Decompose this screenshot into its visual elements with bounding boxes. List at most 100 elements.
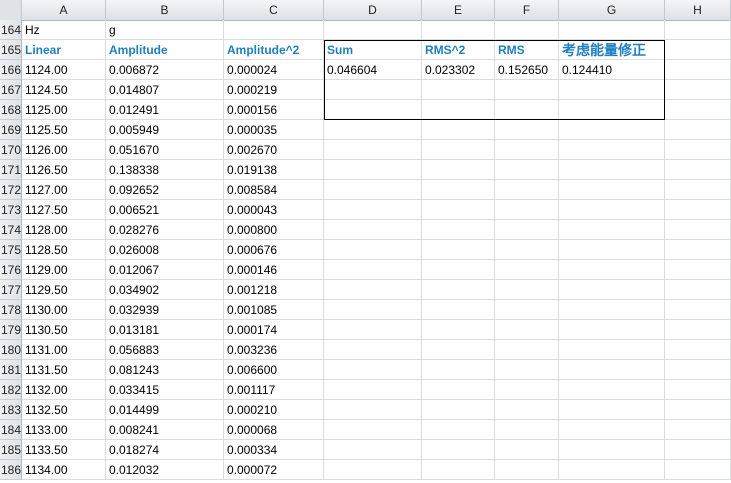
cell-a[interactable]: 1127.00 [22,180,106,200]
cell-a[interactable]: 1125.50 [22,120,106,140]
cell-f[interactable] [495,380,559,400]
cell-d[interactable] [324,180,422,200]
cell-b[interactable]: 0.034902 [106,280,224,300]
cell-b[interactable]: 0.005949 [106,120,224,140]
cell-h[interactable] [665,280,731,300]
cell-c[interactable]: 0.003236 [224,340,324,360]
cell-f[interactable] [495,320,559,340]
column-header-e[interactable]: E [422,0,495,20]
cell-c[interactable]: 0.000156 [224,100,324,120]
cell-d[interactable] [324,200,422,220]
cell-d[interactable] [324,280,422,300]
select-all-corner[interactable] [0,0,22,20]
cell-d[interactable] [324,300,422,320]
row-header[interactable]: 165 [0,40,22,60]
cell-e[interactable] [422,160,495,180]
cell-h[interactable] [665,400,731,420]
cell-a[interactable]: 1124.50 [22,80,106,100]
cell-g[interactable] [559,420,665,440]
cell-d[interactable] [324,100,422,120]
cell-h[interactable] [665,240,731,260]
cell-g[interactable] [559,440,665,460]
cell-b[interactable]: 0.033415 [106,380,224,400]
cell-b[interactable]: 0.032939 [106,300,224,320]
cell-f[interactable] [495,160,559,180]
cell-f[interactable] [495,20,559,40]
row-header[interactable]: 168 [0,100,22,120]
cell-a[interactable]: Hz [22,20,106,40]
cell-a[interactable]: 1126.50 [22,160,106,180]
cell-f[interactable] [495,420,559,440]
row-header[interactable]: 185 [0,440,22,460]
column-header-g[interactable]: G [559,0,665,20]
cell-h[interactable] [665,300,731,320]
column-header-a[interactable]: A [22,0,106,20]
cell-f[interactable] [495,120,559,140]
column-header-h[interactable]: H [665,0,731,20]
cell-a[interactable]: 1132.00 [22,380,106,400]
cell-h[interactable] [665,360,731,380]
cell-c[interactable]: 0.000068 [224,420,324,440]
cell-b[interactable]: 0.012067 [106,260,224,280]
cell-a[interactable]: Linear [22,40,106,60]
cell-e[interactable] [422,20,495,40]
row-header[interactable]: 183 [0,400,22,420]
cell-d[interactable] [324,240,422,260]
cell-g[interactable] [559,300,665,320]
cell-c[interactable]: 0.000676 [224,240,324,260]
cell-g[interactable] [559,140,665,160]
cell-g[interactable] [559,160,665,180]
row-header[interactable]: 179 [0,320,22,340]
cell-g[interactable]: 0.124410 [559,60,665,80]
cell-g[interactable] [559,120,665,140]
row-header[interactable]: 181 [0,360,22,380]
cell-h[interactable] [665,420,731,440]
cell-e[interactable] [422,220,495,240]
cell-a[interactable]: 1133.50 [22,440,106,460]
cell-h[interactable] [665,60,731,80]
cell-c[interactable]: 0.001085 [224,300,324,320]
cell-f[interactable] [495,400,559,420]
cell-b[interactable]: 0.056883 [106,340,224,360]
column-header-c[interactable]: C [224,0,324,20]
cell-e[interactable] [422,440,495,460]
cell-e[interactable] [422,120,495,140]
cell-c[interactable]: Amplitude^2 [224,40,324,60]
cell-d[interactable]: 0.046604 [324,60,422,80]
cell-c[interactable] [224,20,324,40]
cell-e[interactable] [422,380,495,400]
cell-d[interactable] [324,160,422,180]
cell-g[interactable] [559,280,665,300]
cell-g[interactable] [559,260,665,280]
cell-b[interactable]: 0.006521 [106,200,224,220]
cell-f[interactable] [495,460,559,480]
cell-b[interactable]: 0.006872 [106,60,224,80]
cell-d[interactable] [324,120,422,140]
cell-a[interactable]: 1129.00 [22,260,106,280]
column-header-b[interactable]: B [106,0,224,20]
cell-e[interactable] [422,420,495,440]
cell-d[interactable] [324,420,422,440]
cell-h[interactable] [665,340,731,360]
cell-f[interactable]: 0.152650 [495,60,559,80]
cell-g[interactable] [559,80,665,100]
cell-f[interactable] [495,80,559,100]
row-header[interactable]: 177 [0,280,22,300]
cell-c[interactable]: 0.000174 [224,320,324,340]
row-header[interactable]: 167 [0,80,22,100]
cell-d[interactable] [324,80,422,100]
cell-f[interactable] [495,340,559,360]
cell-c[interactable]: 0.000024 [224,60,324,80]
cell-e[interactable] [422,360,495,380]
cell-b[interactable]: 0.028276 [106,220,224,240]
cell-d[interactable] [324,140,422,160]
cell-d[interactable] [324,380,422,400]
row-header[interactable]: 176 [0,260,22,280]
cell-h[interactable] [665,200,731,220]
cell-g[interactable]: 考虑能量修正 [559,40,665,60]
cell-f[interactable] [495,260,559,280]
cell-a[interactable]: 1127.50 [22,200,106,220]
cell-d[interactable] [324,220,422,240]
row-header[interactable]: 170 [0,140,22,160]
cell-h[interactable] [665,20,731,40]
